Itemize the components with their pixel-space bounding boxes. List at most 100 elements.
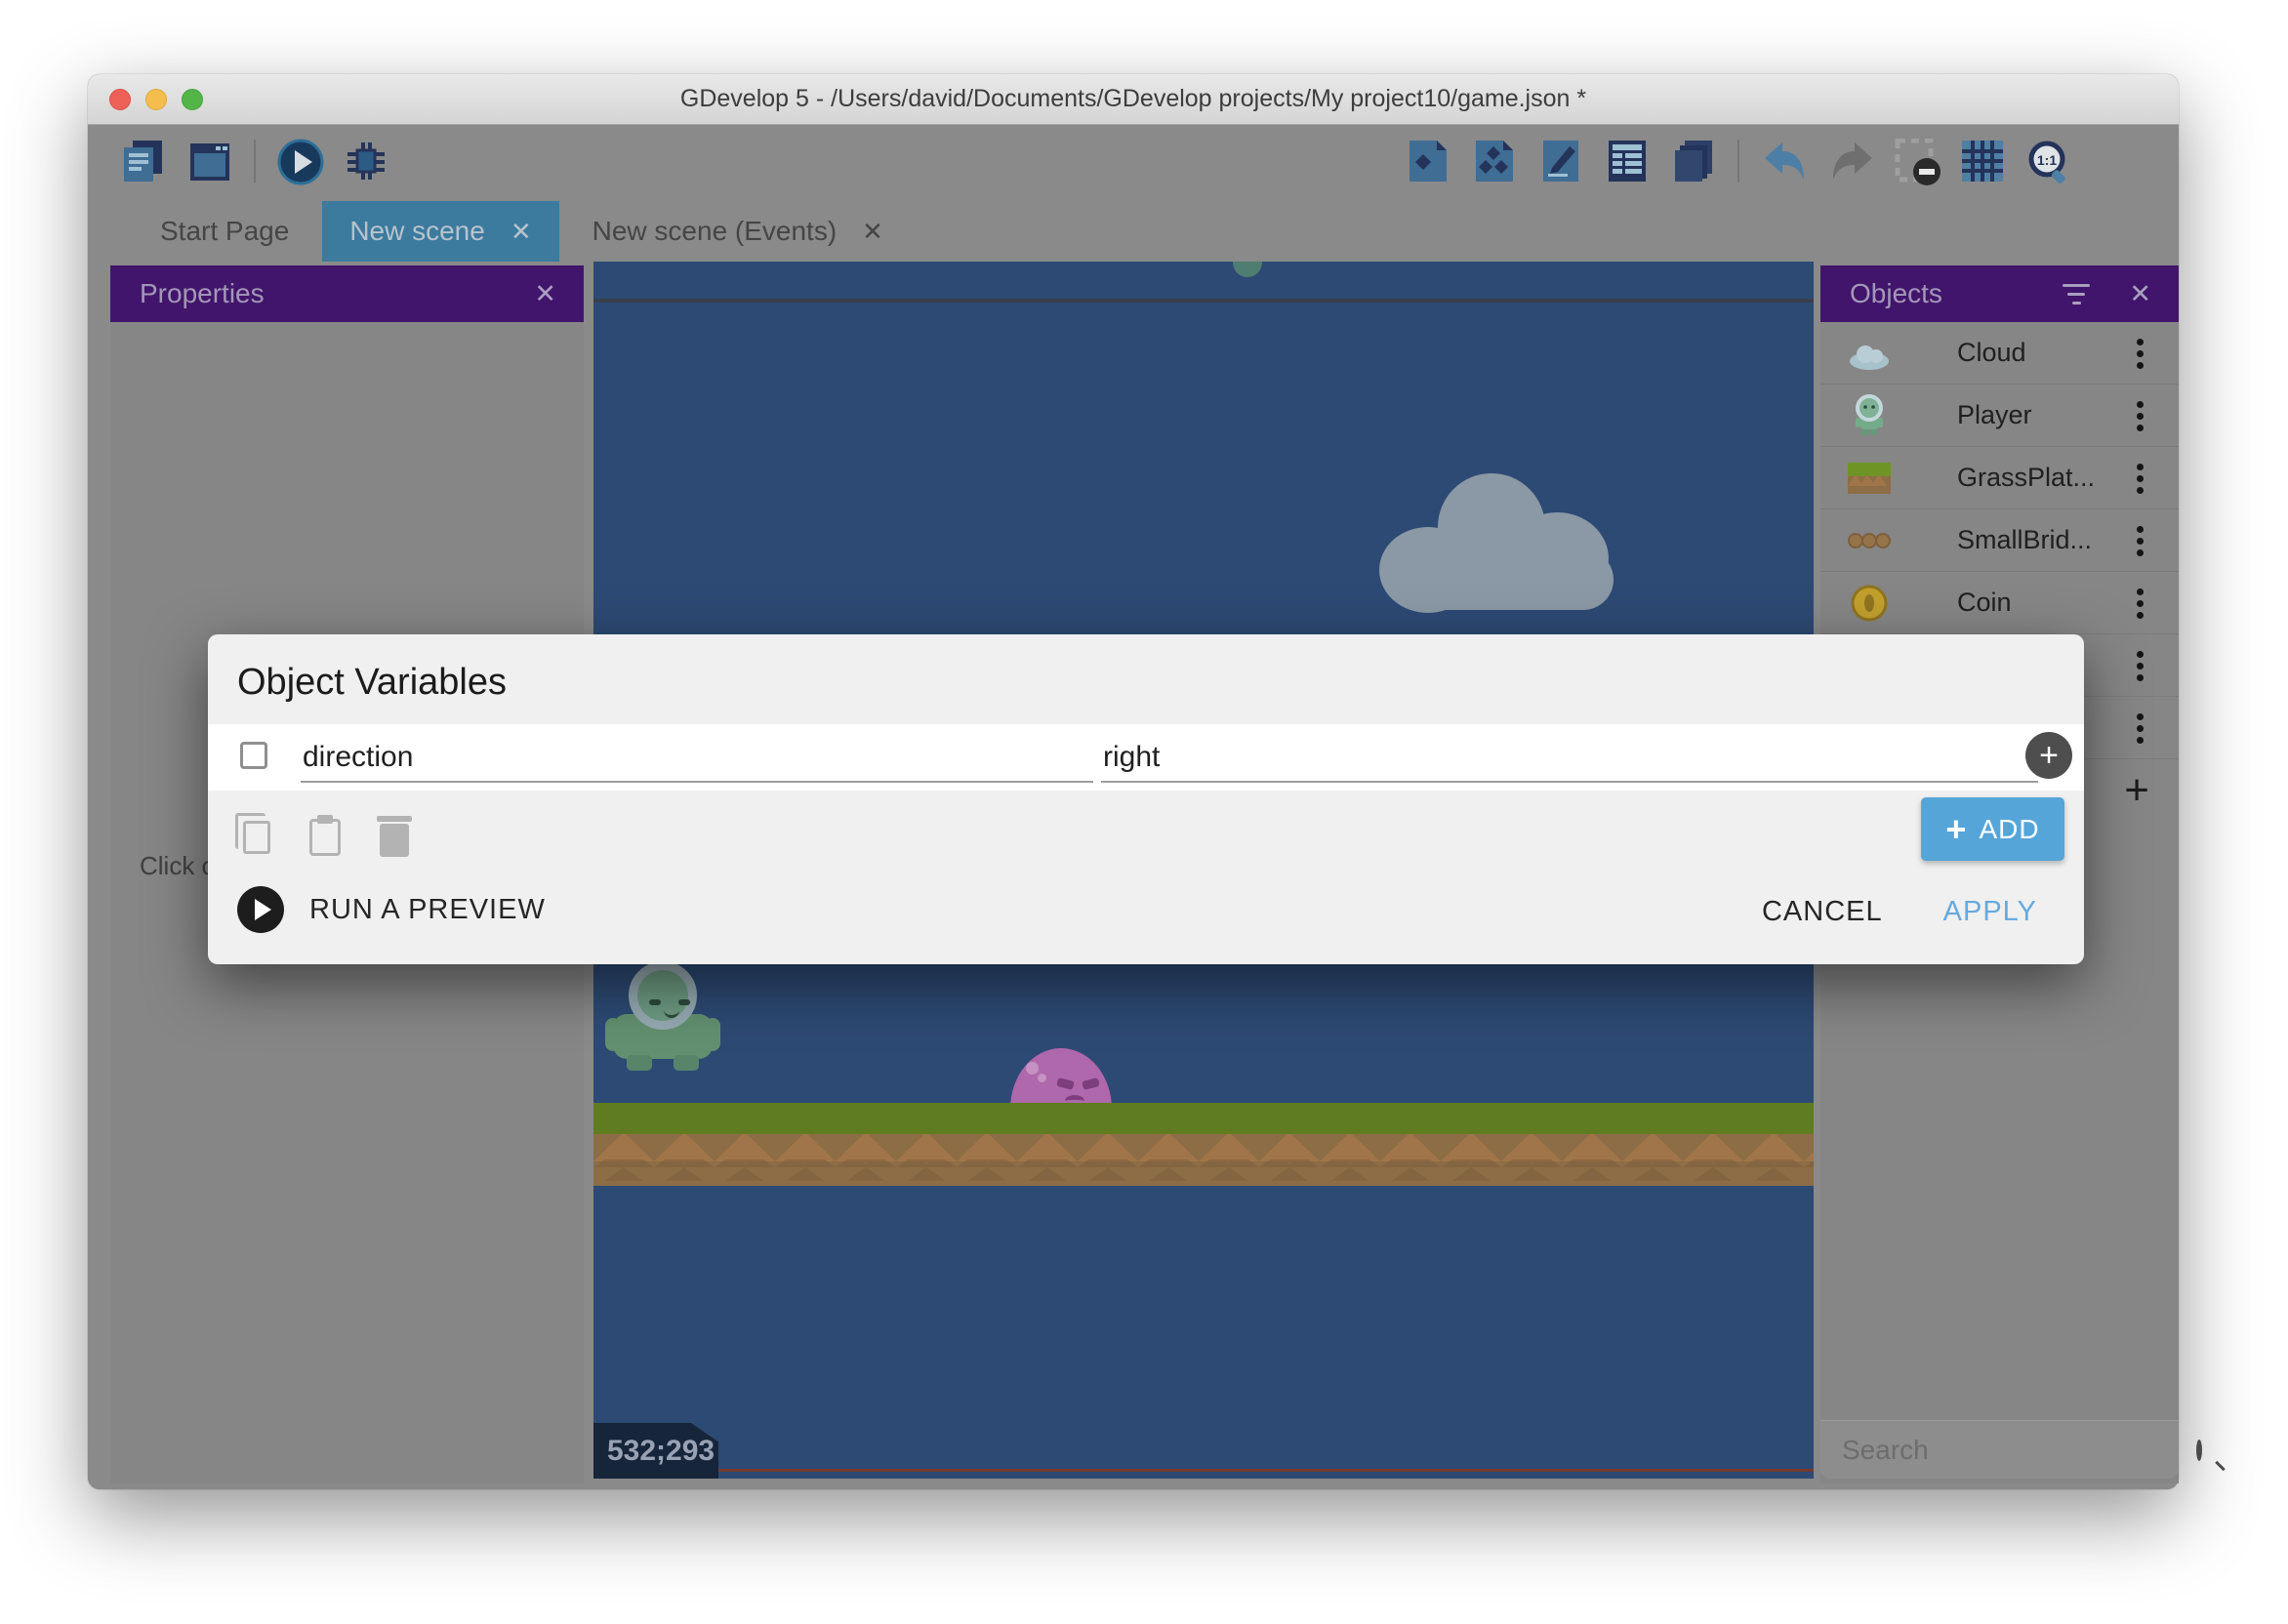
- object-row-cloud[interactable]: Cloud: [1820, 322, 2179, 385]
- plus-icon: +: [1945, 812, 1967, 847]
- cloud-object-icon: [1846, 330, 1893, 377]
- enemy-highlight: [1026, 1062, 1039, 1075]
- tab-bar: Start Page New scene ✕ New scene (Events…: [88, 201, 2179, 262]
- object-label: Player: [1957, 400, 2032, 430]
- search-icon: [2196, 1440, 2202, 1461]
- cloud-sprite[interactable]: [1379, 473, 1630, 613]
- properties-panel-header: Properties ✕: [110, 265, 584, 322]
- tab-label: New scene: [349, 216, 485, 247]
- kebab-menu-icon[interactable]: [2137, 464, 2144, 470]
- grid-icon[interactable]: [1960, 139, 2005, 183]
- enemy-highlight: [1038, 1074, 1046, 1082]
- objects-search-input[interactable]: [1840, 1434, 2196, 1467]
- play-preview-icon[interactable]: [277, 139, 322, 183]
- coin-object-icon: [1846, 580, 1893, 627]
- player-sprite[interactable]: [605, 961, 720, 1071]
- objects-search-bar: [1820, 1420, 2179, 1479]
- objects-editor-icon[interactable]: [1406, 139, 1450, 183]
- dialog-toolbar: [208, 791, 2084, 883]
- scene-top-border: [593, 299, 1814, 303]
- object-label: Coin: [1957, 588, 2012, 618]
- variable-row: +: [208, 724, 2084, 791]
- grass-platform-sprite[interactable]: [593, 1103, 1814, 1186]
- object-label: Cloud: [1957, 338, 2026, 368]
- svg-text:1:1: 1:1: [2037, 152, 2057, 168]
- tab-close-icon[interactable]: ✕: [511, 217, 532, 247]
- project-manager-icon[interactable]: [121, 139, 166, 183]
- run-preview-label: RUN A PREVIEW: [309, 894, 546, 926]
- toolbar-divider: [1737, 140, 1739, 183]
- variable-checkbox[interactable]: [240, 742, 267, 769]
- copy-icon[interactable]: [243, 821, 270, 854]
- player-leg: [627, 1055, 652, 1071]
- kebab-menu-icon[interactable]: [2137, 401, 2144, 408]
- toolbar-right-group: 1:1: [1406, 139, 2071, 183]
- kebab-menu-icon[interactable]: [2137, 713, 2144, 720]
- tab-label: New scene (Events): [592, 216, 838, 247]
- tab-new-scene[interactable]: New scene ✕: [322, 201, 558, 262]
- scene-object-partial: [1233, 262, 1262, 277]
- tab-new-scene-events[interactable]: New scene (Events) ✕: [559, 201, 917, 262]
- grass-platform-object-icon: [1846, 455, 1893, 502]
- variable-name-input[interactable]: [301, 734, 1093, 783]
- object-groups-icon[interactable]: [1472, 139, 1517, 183]
- object-label: SmallBrid...: [1957, 525, 2092, 555]
- kebab-menu-icon[interactable]: [2137, 589, 2144, 595]
- scene-properties-icon[interactable]: [1538, 139, 1583, 183]
- object-row-player[interactable]: Player: [1820, 385, 2179, 447]
- run-preview-button[interactable]: RUN A PREVIEW: [237, 886, 546, 933]
- redo-icon[interactable]: [1827, 139, 1872, 183]
- undo-icon[interactable]: [1761, 139, 1806, 183]
- screen: GDevelop 5 - /Users/david/Documents/GDev…: [0, 0, 2288, 1624]
- add-variable-button[interactable]: + ADD: [1921, 797, 2064, 861]
- add-object-button[interactable]: +: [2124, 771, 2149, 810]
- cursor-coordinates-badge: 532;293: [593, 1423, 718, 1479]
- add-child-variable-button[interactable]: +: [2025, 732, 2072, 779]
- play-icon: [237, 886, 284, 933]
- zoom-1-1-icon[interactable]: 1:1: [2026, 139, 2071, 183]
- filter-icon[interactable]: [2063, 284, 2090, 304]
- player-eye: [649, 999, 661, 1005]
- close-icon[interactable]: ✕: [2123, 279, 2157, 309]
- player-helmet: [629, 961, 697, 1030]
- scene-bottom-line: [711, 1469, 1814, 1472]
- paste-icon[interactable]: [309, 819, 341, 856]
- tab-start-page[interactable]: Start Page: [127, 201, 322, 262]
- layers-icon[interactable]: [1671, 139, 1716, 183]
- object-row-coin[interactable]: Coin: [1820, 572, 2179, 634]
- debug-icon[interactable]: [344, 139, 388, 183]
- minimize-window-button[interactable]: [145, 89, 167, 110]
- tab-label: Start Page: [160, 216, 289, 247]
- variable-value-input[interactable]: [1101, 734, 2038, 783]
- player-smile: [664, 1009, 679, 1018]
- object-row-smallbridge[interactable]: SmallBrid...: [1820, 509, 2179, 572]
- render-mask-icon[interactable]: [1894, 139, 1939, 183]
- delete-icon[interactable]: [380, 824, 409, 857]
- kebab-menu-icon[interactable]: [2137, 526, 2144, 533]
- zoom-window-button[interactable]: [182, 89, 203, 110]
- close-icon[interactable]: ✕: [528, 279, 562, 309]
- close-window-button[interactable]: [109, 89, 131, 110]
- open-window-icon[interactable]: [187, 139, 232, 183]
- toolbar-left-group: [121, 139, 388, 183]
- window-title: GDevelop 5 - /Users/david/Documents/GDev…: [680, 85, 1586, 113]
- properties-hint-text: Click o: [140, 851, 216, 881]
- titlebar: GDevelop 5 - /Users/david/Documents/GDev…: [88, 74, 2179, 125]
- object-row-grassplatform[interactable]: GrassPlat...: [1820, 447, 2179, 509]
- cancel-button[interactable]: CANCEL: [1762, 896, 1883, 928]
- traffic-lights: [109, 89, 203, 110]
- tab-close-icon[interactable]: ✕: [862, 217, 883, 247]
- kebab-menu-icon[interactable]: [2137, 651, 2144, 658]
- dialog-actions: CANCEL APPLY: [1762, 896, 2037, 928]
- small-bridge-object-icon: [1846, 517, 1893, 564]
- instances-list-icon[interactable]: [1605, 139, 1650, 183]
- toolbar: 1:1: [88, 125, 2179, 201]
- objects-panel-title: Objects: [1850, 278, 1942, 309]
- object-variables-dialog: Object Variables + + ADD RUN A PREVIEW C…: [208, 634, 2084, 964]
- kebab-menu-icon[interactable]: [2137, 339, 2144, 345]
- object-label: GrassPlat...: [1957, 463, 2095, 493]
- apply-button[interactable]: APPLY: [1943, 896, 2037, 928]
- objects-panel-header: Objects ✕: [1820, 265, 2179, 322]
- player-leg: [674, 1055, 699, 1071]
- properties-panel-title: Properties: [140, 278, 265, 309]
